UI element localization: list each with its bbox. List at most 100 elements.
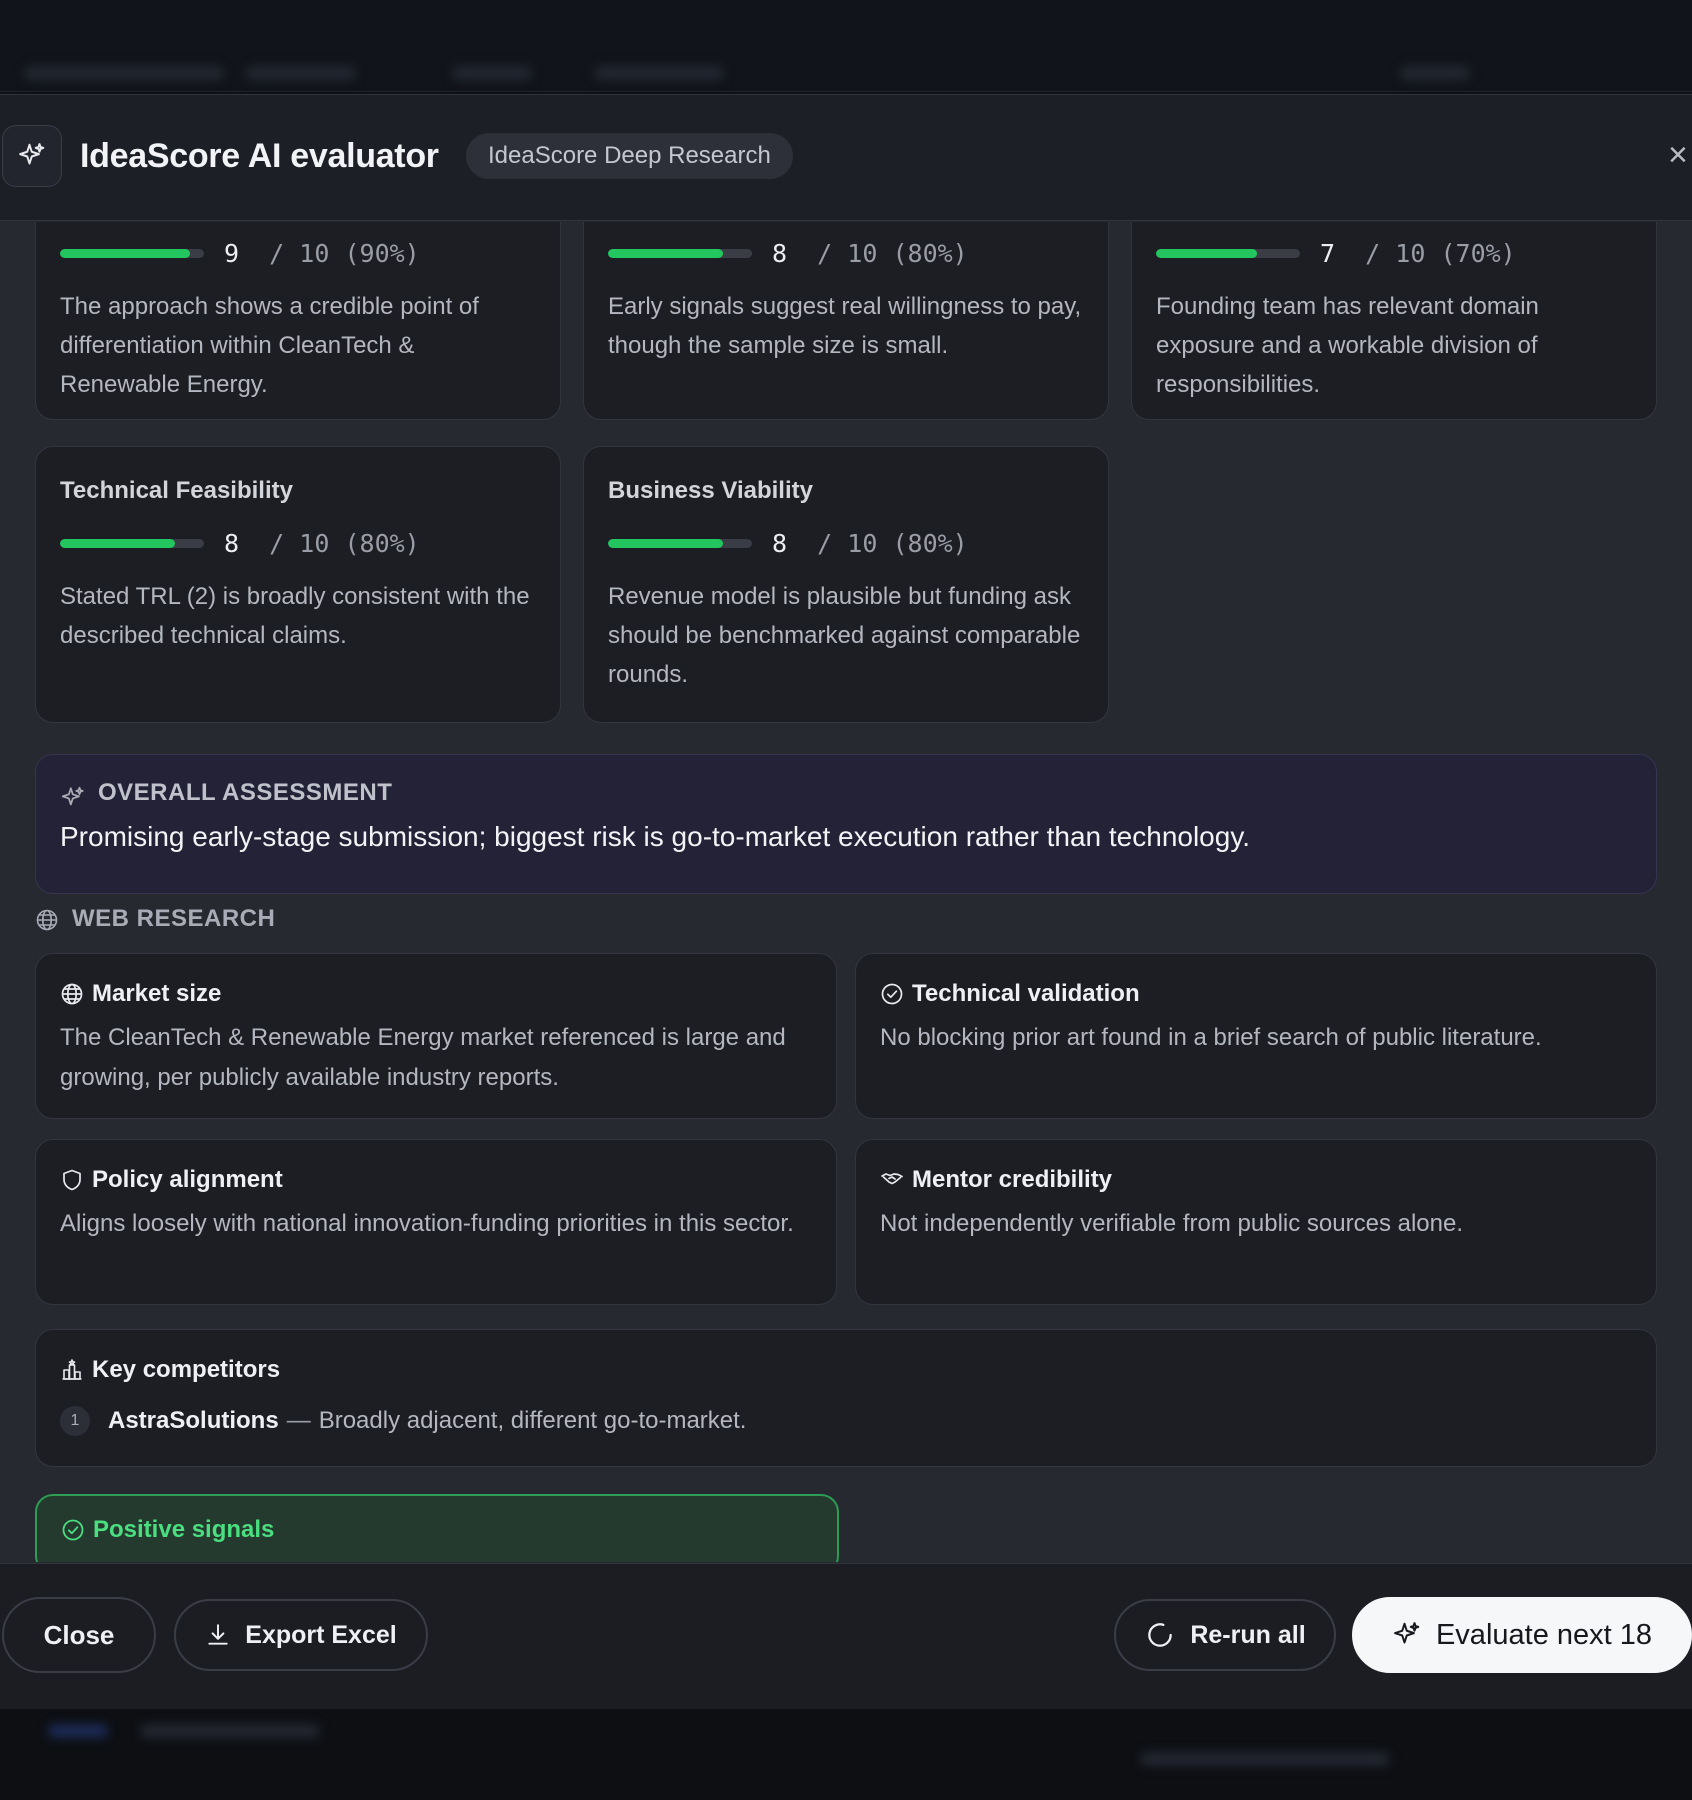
criterion-card: 9 / 10 (90%) The approach shows a credib… [35,222,561,420]
podium-icon [62,1359,82,1380]
rerun-all-button[interactable]: Re-run all [1114,1599,1336,1671]
score-max: 10 [299,529,330,558]
score-text: 8 / 10 (80%) [772,239,968,268]
criterion-description: Early signals suggest real willingness t… [608,293,1082,359]
evaluator-modal: IdeaScore AI evaluator IdeaScore Deep Re… [0,94,1692,1709]
globe-icon [61,983,83,1005]
background-blur [24,66,224,80]
web-research-description: Not independently verifiable from public… [880,1210,1463,1237]
background-blur [1140,1752,1390,1766]
score-sep: / [817,529,833,558]
competitor-separator: — [286,1407,311,1434]
score-bar-fill [60,539,176,548]
web-research-description: The CleanTech & Renewable Energy market … [60,1024,786,1091]
score-sep: / [269,239,285,268]
criterion-title: Technical Feasibility [60,477,293,504]
positive-signals-card: Positive signals [35,1494,839,1562]
score-bar [608,249,752,258]
score-max: 10 [847,239,878,268]
download-icon [208,1624,228,1645]
criterion-card: Technical Feasibility 8 / 10 (80%) State… [35,446,561,723]
score-row: 8 / 10 (80%) [608,529,968,558]
criterion-description: Revenue model is plausible but funding a… [608,583,1081,688]
criterion-title: Business Viability [608,477,813,504]
score-percent: (80%) [892,239,968,268]
criterion-description: Founding team has relevant domain exposu… [1156,293,1539,398]
score-percent: (80%) [344,529,420,558]
score-row: 8 / 10 (80%) [60,529,420,558]
modal-scroll-area[interactable]: 9 / 10 (90%) The approach shows a credib… [0,222,1692,1562]
competitor-name: AstraSolutions [108,1407,279,1434]
score-sep: / [1365,239,1381,268]
score-bar [1156,249,1300,258]
export-excel-button[interactable]: Export Excel [174,1599,428,1671]
score-row: 8 / 10 (80%) [608,239,968,268]
score-bar-fill [1156,249,1257,258]
background-blur [48,1724,108,1738]
competitors-card: Key competitors 1 AstraSolutions — Broad… [35,1329,1657,1467]
score-bar [608,539,752,548]
score-value: 9 [224,239,240,268]
criterion-card: 7 / 10 (70%) Founding team has relevant … [1131,222,1657,420]
score-bar [60,249,204,258]
criterion-card: 8 / 10 (80%) Early signals suggest real … [583,222,1109,420]
rerun-all-label: Re-run all [1190,1620,1306,1649]
sparkle-icon [61,786,84,806]
overall-assessment-card: OVERALL ASSESSMENT Promising early-stage… [35,754,1657,894]
header-badge: IdeaScore Deep Research [466,133,793,179]
handshake-icon [881,1173,903,1185]
background-blur [452,66,532,80]
score-max: 10 [299,239,330,268]
sparkle-icon [1394,1622,1420,1644]
overall-assessment-label: OVERALL ASSESSMENT [98,779,393,806]
close-button[interactable]: Close [2,1597,156,1673]
web-research-title: Technical validation [912,980,1140,1007]
score-max: 10 [1395,239,1426,268]
score-sep: / [269,529,285,558]
competitor-rank: 1 [60,1406,90,1436]
score-row: 7 / 10 (70%) [1156,239,1516,268]
positive-signals-label: Positive signals [93,1516,275,1543]
globe-icon [36,909,58,931]
web-research-description: No blocking prior art found in a brief s… [880,1024,1542,1051]
score-text: 8 / 10 (80%) [772,529,968,558]
criterion-description: The approach shows a credible point of d… [60,293,479,398]
competitor-item: 1 AstraSolutions — Broadly adjacent, dif… [60,1406,746,1436]
score-percent: (70%) [1440,239,1516,268]
evaluate-next-button[interactable]: Evaluate next 18 [1352,1597,1692,1673]
score-max: 10 [847,529,878,558]
close-icon[interactable]: × [1668,135,1692,175]
web-research-description: Aligns loosely with national innovation-… [60,1210,794,1237]
score-text: 7 / 10 (70%) [1320,239,1516,268]
score-value: 8 [224,529,240,558]
score-bar-fill [608,249,724,258]
background-app-bottom [0,1708,1692,1800]
refresh-icon [1148,1623,1173,1647]
web-research-title: Market size [92,980,222,1007]
competitor-description: Broadly adjacent, different go-to-market… [318,1407,747,1434]
export-excel-label: Export Excel [245,1620,397,1649]
background-blur [140,1724,320,1738]
web-research-card: Market size The CleanTech & Renewable En… [35,953,837,1119]
score-row: 9 / 10 (90%) [60,239,420,268]
score-text: 8 / 10 (80%) [224,529,420,558]
web-research-card: Mentor credibility Not independently ver… [855,1139,1657,1305]
modal-title: IdeaScore AI evaluator [80,137,439,175]
score-bar-fill [608,539,724,548]
background-blur [1400,66,1470,80]
check-circle-icon [62,1519,84,1541]
criterion-description: Stated TRL (2) is broadly consistent wit… [60,583,530,649]
score-value: 7 [1320,239,1336,268]
web-research-card: Policy alignment Aligns loosely with nat… [35,1139,837,1305]
web-research-title: Mentor credibility [912,1166,1113,1193]
web-research-label: WEB RESEARCH [72,905,276,932]
shield-icon [63,1169,81,1191]
score-percent: (80%) [892,529,968,558]
score-percent: (90%) [344,239,420,268]
close-button-label: Close [43,1619,115,1650]
background-app-header [0,0,1692,92]
competitors-title: Key competitors [92,1356,281,1383]
modal-footer: Close Export Excel Re-run all Evaluate n… [0,1563,1692,1709]
sparkle-icon [2,125,62,187]
score-text: 9 / 10 (90%) [224,239,420,268]
